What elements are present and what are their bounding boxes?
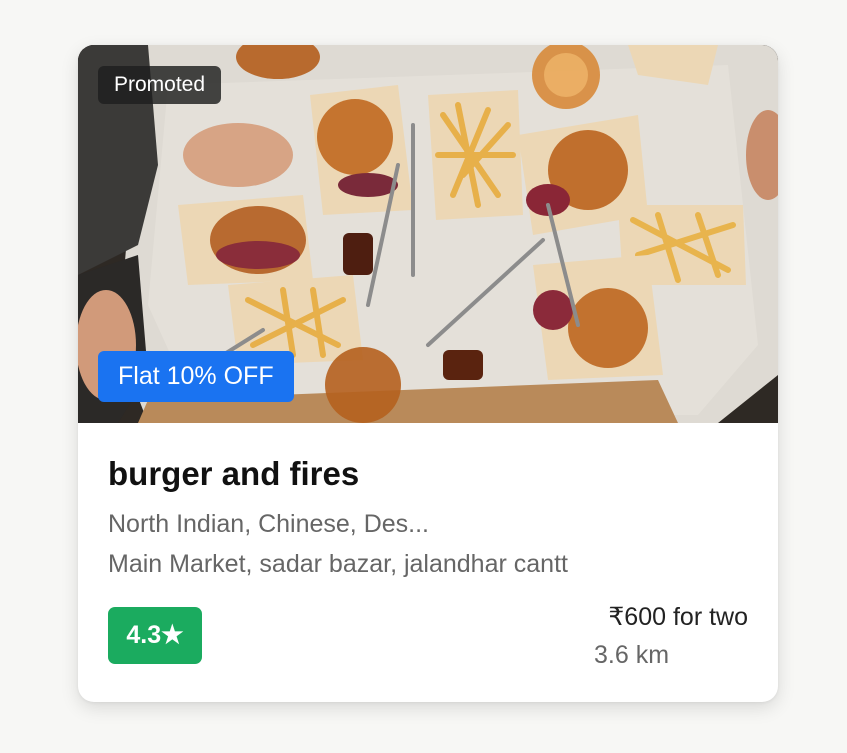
cuisine-list: North Indian, Chinese, Des... [108,510,429,538]
restaurant-photo[interactable]: Promoted Flat 10% OFF [78,45,778,423]
distance-label: 3.6 km [594,641,670,669]
restaurant-address: Main Market, sadar bazar, jalandhar cant… [108,550,568,578]
restaurant-name[interactable]: burger and fires [108,455,359,493]
offer-badge: Flat 10% OFF [98,351,294,402]
rating-badge: 4.3★ [108,607,202,664]
restaurant-card[interactable]: Promoted Flat 10% OFF burger and fires N… [78,45,778,702]
promoted-badge: Promoted [98,66,222,104]
price-for-two: ₹600 for two [608,603,748,631]
